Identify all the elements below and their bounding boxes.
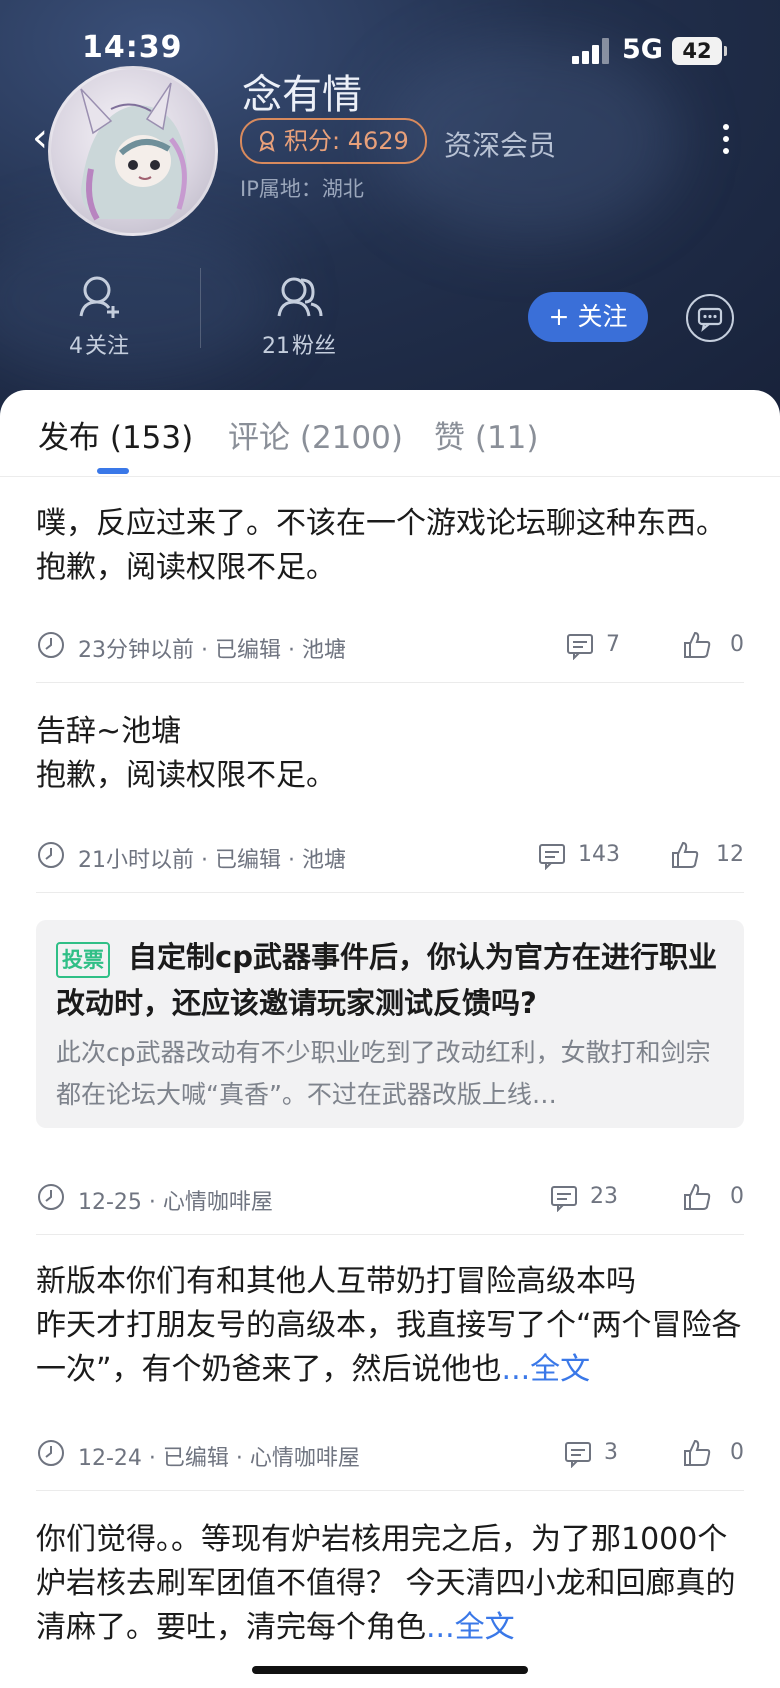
home-indicator[interactable] — [252, 1666, 528, 1674]
fans-icon — [277, 277, 323, 317]
tab-bar: 发布 (153) 评论 (2100) 赞 (11) — [0, 390, 780, 477]
profile-header: 14:39 5G 42 ‹ 念有情 积分: 4629 资深会员 IP属地：湖北 — [0, 0, 780, 420]
following-label: 关注 — [84, 334, 129, 359]
divider — [36, 1234, 744, 1235]
tab-comments[interactable]: 评论 (2100) — [228, 412, 403, 457]
avatar[interactable] — [48, 66, 218, 236]
divider — [36, 682, 744, 683]
read-more-link[interactable]: ...全文 — [426, 1610, 515, 1645]
like-count: 12 — [716, 842, 744, 867]
network-label: 5G — [622, 34, 663, 65]
clock-icon — [38, 632, 64, 658]
clock-icon — [38, 842, 64, 868]
comment-icon[interactable] — [566, 632, 594, 660]
comment-count: 143 — [578, 842, 620, 867]
medal-icon — [259, 131, 275, 152]
following-stat[interactable]: 4关注 — [40, 272, 160, 360]
vote-excerpt: 此次cp武器改动有不少职业吃到了改动红利，女散打和剑宗都在论坛大喊“真香”。不过… — [56, 1038, 711, 1109]
status-time: 14:39 — [82, 30, 183, 65]
post-item[interactable]: 告辞~池塘 抱歉，阅读权限不足。 — [36, 710, 744, 798]
username: 念有情 — [242, 72, 362, 118]
fans-count: 21 — [261, 334, 290, 359]
post-meta: 23分钟以前 · 已编辑 · 池塘 7 0 — [36, 626, 744, 666]
signal-icon — [572, 38, 610, 64]
vote-post-card[interactable]: 自定制cp武器事件后，你认为官方在进行职业改动时，还应该邀请玩家测试反馈吗? 投… — [36, 920, 744, 1128]
tab-indicator — [97, 468, 129, 474]
more-options-button[interactable] — [716, 120, 736, 164]
follow-button[interactable]: + 关注 — [528, 292, 648, 342]
comment-icon[interactable] — [550, 1184, 578, 1212]
post-time: 12-25 · 心情咖啡屋 — [78, 1190, 273, 1215]
post-title: 噗，反应过来了。不该在一个游戏论坛聊这种东西。 抱歉，阅读权限不足。 — [36, 506, 726, 585]
clock-icon — [38, 1184, 64, 1210]
message-button[interactable] — [686, 294, 734, 342]
comment-count: 3 — [604, 1440, 618, 1465]
post-item[interactable]: 噗，反应过来了。不该在一个游戏论坛聊这种东西。 抱歉，阅读权限不足。 — [36, 502, 744, 590]
post-title: 告辞~池塘 — [36, 714, 182, 749]
chat-icon — [697, 307, 723, 332]
comment-icon[interactable] — [564, 1440, 592, 1468]
like-icon[interactable] — [670, 840, 700, 870]
add-user-icon — [79, 276, 119, 318]
vote-title: 自定制cp武器事件后，你认为官方在进行职业改动时，还应该邀请玩家测试反馈吗? — [56, 940, 717, 1020]
battery-icon: 42 — [672, 37, 727, 65]
post-title: 新版本你们有和其他人互带奶打冒险高级本吗 — [36, 1264, 636, 1299]
content-sheet: 发布 (153) 评论 (2100) 赞 (11) 噗，反应过来了。不该在一个游… — [0, 390, 780, 1688]
post-meta: 12-24 · 已编辑 · 心情咖啡屋 3 0 — [36, 1434, 744, 1474]
post-item[interactable]: 你们觉得。。等现有炉岩核用完之后，为了那1000个炉岩核去刷军团值不值得？ 今天… — [36, 1518, 744, 1650]
post-item[interactable]: 新版本你们有和其他人互带奶打冒险高级本吗 昨天才打朋友号的高级本，我直接写了个“… — [36, 1260, 744, 1392]
post-excerpt: 昨天才打朋友号的高级本，我直接写了个“两个冒险各一次”，有个奶爸来了，然后说他也… — [36, 1304, 744, 1392]
divider — [36, 1490, 744, 1491]
fans-stat[interactable]: 21粉丝 — [240, 272, 360, 360]
stat-divider — [200, 268, 201, 348]
vote-badge: 投票 — [56, 942, 110, 978]
read-more-link[interactable]: ...全文 — [502, 1352, 591, 1387]
following-count: 4 — [68, 334, 83, 359]
divider — [36, 892, 744, 893]
like-icon[interactable] — [682, 1438, 712, 1468]
like-icon[interactable] — [682, 630, 712, 660]
post-title-text: 你们觉得。。等现有炉岩核用完之后，为了那1000个炉岩核去刷军团值不值得？ 今天… — [36, 1522, 736, 1645]
fans-label: 粉丝 — [291, 334, 336, 359]
member-level: 资深会员 — [444, 129, 557, 162]
post-title: 你们觉得。。等现有炉岩核用完之后，为了那1000个炉岩核去刷军团值不值得？ 今天… — [36, 1518, 744, 1650]
avatar-image — [80, 82, 188, 221]
tab-posts[interactable]: 发布 (153) — [38, 412, 193, 457]
post-time: 12-24 · 已编辑 · 心情咖啡屋 — [78, 1446, 360, 1471]
like-count: 0 — [730, 1184, 744, 1209]
like-count: 0 — [730, 632, 744, 657]
comment-count: 7 — [606, 632, 620, 657]
comment-count: 23 — [590, 1184, 618, 1209]
post-excerpt: 抱歉，阅读权限不足。 — [36, 758, 336, 793]
like-icon[interactable] — [682, 1182, 712, 1212]
tab-likes[interactable]: 赞 (11) — [434, 412, 539, 457]
ip-location: IP属地：湖北 — [240, 177, 364, 201]
post-time: 21小时以前 · 已编辑 · 池塘 — [78, 848, 346, 873]
post-meta: 12-25 · 心情咖啡屋 23 0 — [36, 1178, 744, 1218]
post-time: 23分钟以前 · 已编辑 · 池塘 — [78, 638, 346, 663]
like-count: 0 — [730, 1440, 744, 1465]
post-excerpt-text: 昨天才打朋友号的高级本，我直接写了个“两个冒险各一次”，有个奶爸来了，然后说他也 — [36, 1308, 742, 1387]
points-badge[interactable]: 积分: 4629 — [240, 118, 427, 164]
points-label: 积分: 4629 — [284, 127, 409, 155]
comment-icon[interactable] — [538, 842, 566, 870]
clock-icon — [38, 1440, 64, 1466]
post-meta: 21小时以前 · 已编辑 · 池塘 143 12 — [36, 836, 744, 876]
